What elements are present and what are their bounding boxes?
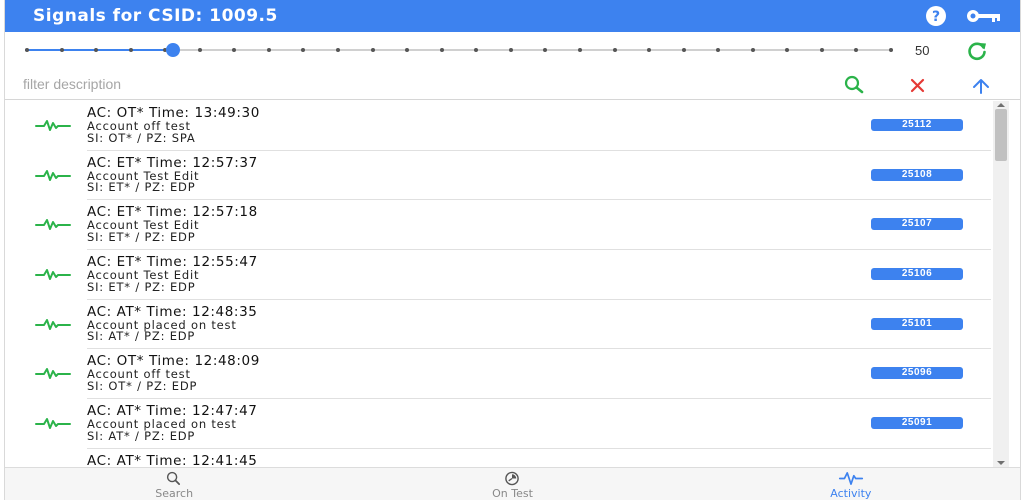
signal-zone: SI: AT* / PZ: EDP [87, 329, 196, 344]
signal-row[interactable]: AC: OT* Time: 13:49:30 Account off test SI… [5, 101, 991, 151]
slider-tick [508, 48, 513, 52]
slider-tick [681, 48, 686, 52]
pulse-icon [35, 318, 71, 330]
slider-tick [128, 48, 133, 52]
search-icon[interactable] [843, 74, 865, 96]
slider-tick [439, 48, 444, 52]
slider-tick [336, 48, 341, 52]
signal-title: AC: AT* Time: 12:41:45 [87, 452, 258, 467]
app-header: Signals for CSID: 1009.5 ? [5, 0, 1020, 32]
signal-id-badge[interactable]: 25108 [871, 168, 963, 181]
signal-zone: SI: ET* / PZ: EDP [87, 279, 196, 294]
signal-id-badge[interactable]: 25112 [871, 119, 963, 131]
app-window: Signals for CSID: 1009.5 ? 50 filter des… [4, 0, 1021, 500]
scroll-up-arrow[interactable] [997, 103, 1005, 107]
tab-activity[interactable]: Activity [682, 468, 1020, 500]
signal-zone: SI: AT* / PZ: EDP [87, 428, 196, 443]
signal-row[interactable]: AC: AT* Time: 12:48:35 Account placed on … [5, 300, 991, 350]
slider-tick [197, 48, 202, 52]
slider-tick [301, 48, 306, 52]
slider-tick [819, 48, 824, 52]
signal-zone: SI: ET* / PZ: EDP [87, 180, 196, 195]
scroll-thumb[interactable] [995, 109, 1007, 161]
slider-tick [577, 48, 582, 52]
tab-on-test[interactable]: On Test [343, 468, 681, 500]
list-scrollbar[interactable] [993, 101, 1009, 467]
slider-tick [889, 48, 893, 52]
signal-text: AC: AT* Time: 12:48:35 Account placed on … [87, 304, 257, 343]
signal-id-badge[interactable]: 25096 [871, 367, 963, 380]
signal-row[interactable]: AC: ET* Time: 12:55:47 Account Test Edit S… [5, 250, 991, 300]
signal-id-badge[interactable]: 25101 [871, 317, 963, 330]
tab-label: Search [155, 487, 194, 500]
signal-row[interactable]: AC: OT* Time: 12:48:09 Account off test SI… [5, 349, 991, 400]
pulse-icon [35, 418, 71, 430]
slider-tick [612, 48, 617, 52]
signal-text: AC: ET* Time: 12:55:47 Account Test Edit S… [87, 254, 258, 293]
slider-tick [750, 48, 755, 52]
slider-tick [266, 48, 271, 52]
filter-bar [5, 68, 1020, 100]
pulse-icon [35, 120, 71, 131]
signal-text: AC: ET* Time: 12:57:18 Account Test Edit S… [87, 204, 258, 243]
tab-search[interactable]: Search [5, 468, 343, 500]
slider-tick [647, 48, 652, 52]
signal-text: AC: AT* Time: 12:41:45 [87, 453, 257, 467]
slider-tick [232, 48, 237, 52]
arrow-up-icon[interactable] [970, 74, 992, 96]
tab-label: Activity [830, 487, 872, 500]
slider-tick [474, 48, 479, 52]
filter-input[interactable] [23, 74, 723, 94]
test-timer-icon [505, 471, 520, 486]
slider-tick [543, 48, 548, 52]
signal-zone: SI: OT* / PZ: EDP [87, 378, 198, 393]
limit-slider-row: 50 [5, 32, 1020, 68]
tab-label: On Test [492, 487, 533, 500]
svg-text:?: ? [932, 9, 940, 25]
page-title: Signals for CSID: 1009.5 [33, 6, 278, 26]
slider-tick [785, 48, 790, 52]
slider-tick [59, 48, 64, 52]
slider-tick [25, 48, 29, 52]
signal-text: AC: AT* Time: 12:47:47 Account placed on … [87, 403, 257, 442]
pulse-icon [35, 219, 71, 231]
slider-tick [716, 48, 721, 52]
signal-row[interactable]: AC: ET* Time: 12:57:37 Account Test Edit S… [5, 151, 991, 201]
pulse-icon [35, 269, 71, 281]
slider-tick [370, 48, 375, 52]
slider-value: 50 [915, 43, 930, 58]
signal-id-badge[interactable]: 25091 [871, 417, 963, 430]
slider-tick [94, 48, 99, 52]
pulse-icon [35, 368, 71, 380]
scroll-down-arrow[interactable] [997, 461, 1005, 465]
signal-list: AC: OT* Time: 13:49:30 Account off test SI… [5, 101, 991, 467]
key-icon[interactable] [964, 4, 1004, 28]
signal-row[interactable]: AC: AT* Time: 12:41:45 [5, 449, 991, 467]
slider-tick [854, 48, 859, 52]
refresh-icon[interactable] [965, 39, 989, 63]
signal-text: AC: OT* Time: 13:49:30 Account off test SI… [87, 105, 260, 144]
signal-id-badge[interactable]: 25106 [871, 268, 963, 281]
slider-tick [405, 48, 410, 52]
help-circle-icon[interactable]: ? [924, 4, 948, 28]
pulse-icon [838, 472, 863, 485]
signal-id-badge[interactable]: 25107 [871, 218, 963, 231]
signal-row[interactable]: AC: ET* Time: 12:57:18 Account Test Edit S… [5, 200, 991, 251]
close-icon[interactable] [907, 74, 929, 96]
bottom-nav: Search On Test Activity [5, 467, 1020, 500]
slider-fill [25, 49, 173, 51]
signal-text: AC: ET* Time: 12:57:37 Account Test Edit S… [87, 155, 258, 194]
search-icon [167, 471, 181, 485]
signal-zone: SI: ET* / PZ: EDP [87, 229, 196, 244]
signal-zone: SI: OT* / PZ: SPA [87, 130, 196, 145]
slider-thumb[interactable] [165, 43, 180, 57]
limit-slider[interactable] [25, 43, 893, 57]
signal-text: AC: OT* Time: 12:48:09 Account off test SI… [87, 353, 260, 392]
signal-row[interactable]: AC: AT* Time: 12:47:47 Account placed on … [5, 399, 991, 449]
pulse-icon [35, 169, 71, 181]
